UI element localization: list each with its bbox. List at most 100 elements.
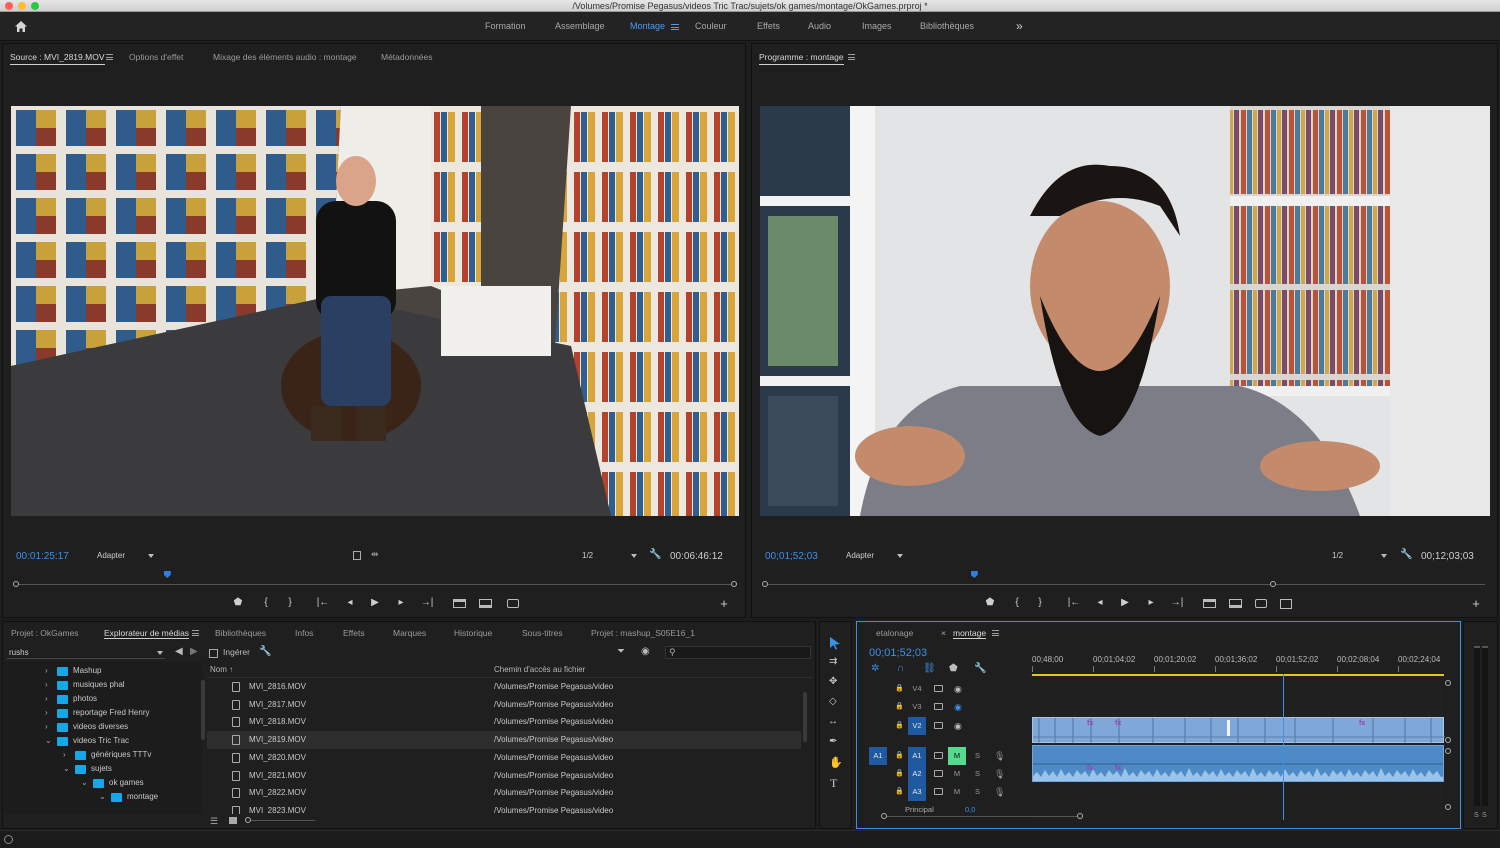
timeline-horizontal-scroll[interactable] (884, 816, 1080, 817)
tab-media-browser[interactable]: Explorateur de médias (104, 622, 190, 644)
workspace-tab-audio[interactable]: Audio (808, 12, 831, 41)
slip-tool-icon[interactable]: ↔ (828, 716, 838, 727)
tab-captions[interactable]: Sous-titres (522, 622, 563, 644)
tab-timeline-etalonage[interactable]: etalonage (876, 622, 913, 644)
workspace-tab-couleur[interactable]: Couleur (695, 12, 727, 41)
lock-icon[interactable]: 🔒 (895, 783, 904, 801)
timeline-playhead[interactable] (1283, 674, 1285, 820)
program-step-forward-button[interactable]: ▸ (1144, 597, 1158, 609)
eye-icon[interactable]: ◉ (954, 717, 962, 735)
add-marker-icon[interactable]: ⬟ (231, 597, 245, 609)
more-workspaces-button[interactable]: » (1016, 12, 1023, 41)
source-resolution-select[interactable]: 1/2 (579, 550, 639, 562)
program-add-marker-icon[interactable]: ⬟ (983, 597, 997, 609)
voiceover-mic-icon[interactable]: 🎙 (994, 765, 1005, 783)
solo-button[interactable]: S (975, 747, 980, 765)
program-wrench-icon[interactable]: 🔧 (1400, 549, 1412, 560)
view-icon[interactable]: ◉ (641, 646, 650, 657)
timeline-marker-icon[interactable]: ⬟ (949, 663, 958, 674)
workspace-tab-images[interactable]: Images (862, 12, 892, 41)
mute-button[interactable]: M (948, 765, 966, 783)
workspace-tab-assemblage[interactable]: Assemblage (555, 12, 605, 41)
selection-tool-icon[interactable] (829, 636, 841, 650)
program-playhead[interactable] (970, 571, 978, 578)
file-row[interactable]: MVI_2818.MOV/Volumes/Promise Pegasus/vid… (207, 713, 801, 731)
sync-lock-icon[interactable] (934, 703, 943, 710)
step-forward-button[interactable]: ▸ (394, 597, 408, 609)
back-arrow-icon[interactable]: ◀ (175, 646, 183, 657)
program-add-button-icon[interactable]: + (1469, 597, 1483, 610)
chevron-right-icon[interactable]: › (63, 748, 66, 762)
tab-project-mashup[interactable]: Projet : mashup_S05E16_1 (591, 622, 695, 644)
mute-button[interactable]: M (948, 747, 966, 765)
source-panel-menu-icon[interactable] (106, 54, 113, 60)
workspace-tab-formation[interactable]: Formation (485, 12, 526, 41)
program-timecode[interactable]: 00;01;52;03 (765, 551, 818, 562)
program-resolution-select[interactable]: 1/2 (1329, 550, 1389, 562)
solo-button[interactable]: S (975, 765, 980, 783)
pen-tool-icon[interactable]: ✒ (829, 736, 837, 747)
mark-in-button[interactable]: { (259, 597, 273, 609)
meter-solo-left[interactable]: S (1474, 812, 1479, 819)
program-scrubber[interactable] (765, 584, 1485, 585)
folder-tree-item[interactable]: › photos (3, 692, 203, 706)
source-zoom-left-handle[interactable] (13, 581, 19, 587)
close-tab-icon[interactable]: × (941, 622, 946, 644)
thumbnail-zoom-knob[interactable] (245, 817, 251, 823)
fx-badge-1[interactable]: fx (1087, 720, 1093, 727)
vscroll-top-handle[interactable] (1445, 680, 1451, 686)
vscroll-mid-handle[interactable] (1445, 737, 1451, 743)
track-label[interactable]: A2 (908, 765, 926, 783)
step-back-button[interactable]: ◂ (343, 597, 357, 609)
source-playhead[interactable] (163, 571, 171, 578)
ingest-checkbox[interactable] (209, 649, 218, 658)
program-step-back-button[interactable]: ◂ (1093, 597, 1107, 609)
timeline-menu-icon[interactable] (992, 630, 999, 636)
export-frame-icon[interactable] (507, 599, 519, 608)
audio-clip-a1a2[interactable]: fx fx (1032, 745, 1444, 782)
chevron-down-icon[interactable]: ⌄ (81, 776, 88, 790)
file-row[interactable]: MVI_2817.MOV/Volumes/Promise Pegasus/vid… (207, 696, 801, 714)
source-scrubber[interactable] (16, 584, 734, 585)
chevron-down-icon[interactable]: ⌄ (99, 790, 106, 804)
tab-audio-clip-mixer[interactable]: Mixage des éléments audio : montage (213, 44, 357, 70)
folder-tree-item[interactable]: ⌄ montage (3, 790, 203, 804)
goto-in-button[interactable]: |← (316, 597, 330, 609)
source-fit-select[interactable]: Adapter (94, 550, 156, 562)
hscroll-right-handle[interactable] (1077, 813, 1083, 819)
snap-icon[interactable]: ∩ (897, 663, 904, 674)
ingest-settings-icon[interactable]: 🔧 (259, 646, 271, 657)
folder-tree-item[interactable]: › videos diverses (3, 720, 203, 734)
track-label[interactable]: A1 (908, 747, 926, 765)
program-mark-out-button[interactable]: } (1033, 597, 1047, 609)
sync-lock-icon[interactable] (934, 752, 943, 759)
source-add-button-icon[interactable]: + (717, 597, 731, 610)
chevron-right-icon[interactable]: › (45, 692, 48, 706)
vscroll-mid2-handle[interactable] (1445, 748, 1451, 754)
goto-out-button[interactable]: →| (420, 597, 434, 609)
source-timecode[interactable]: 00:01:25:17 (16, 551, 69, 562)
file-row[interactable]: MVI_2822.MOV/Volumes/Promise Pegasus/vid… (207, 784, 801, 802)
program-play-button[interactable]: ▶ (1118, 597, 1132, 609)
file-row[interactable]: MVI_2823.MOV/Volumes/Promise Pegasus/vid… (207, 802, 801, 814)
track-label[interactable]: V2 (908, 717, 926, 735)
file-list-scrollbar[interactable] (803, 692, 807, 742)
tab-effects[interactable]: Effets (343, 622, 365, 644)
folder-tree-item[interactable]: › reportage Fred Henry (3, 706, 203, 720)
solo-button[interactable]: S (975, 783, 980, 801)
track-select-tool-icon[interactable]: ⇉ (829, 656, 837, 667)
mute-button[interactable]: M (948, 783, 966, 801)
column-path[interactable]: Chemin d'accès au fichier (494, 665, 585, 674)
sync-lock-icon[interactable] (934, 685, 943, 692)
chevron-right-icon[interactable]: › (45, 706, 48, 720)
folder-tree-item[interactable]: ⌄ sujets (3, 762, 203, 776)
video-clip-v2[interactable]: fx fx fx (1032, 717, 1445, 744)
track-label[interactable]: V4 (908, 680, 926, 698)
audio-fx-badge-1[interactable]: fx (1087, 765, 1093, 772)
location-select[interactable]: rushs (7, 647, 165, 659)
file-row[interactable]: MVI_2819.MOV/Volumes/Promise Pegasus/vid… (207, 731, 801, 750)
comparison-view-icon[interactable] (1280, 599, 1292, 609)
source-zoom-right-handle[interactable] (731, 581, 737, 587)
lock-icon[interactable]: 🔒 (895, 747, 904, 765)
track-label[interactable]: A3 (908, 783, 926, 801)
